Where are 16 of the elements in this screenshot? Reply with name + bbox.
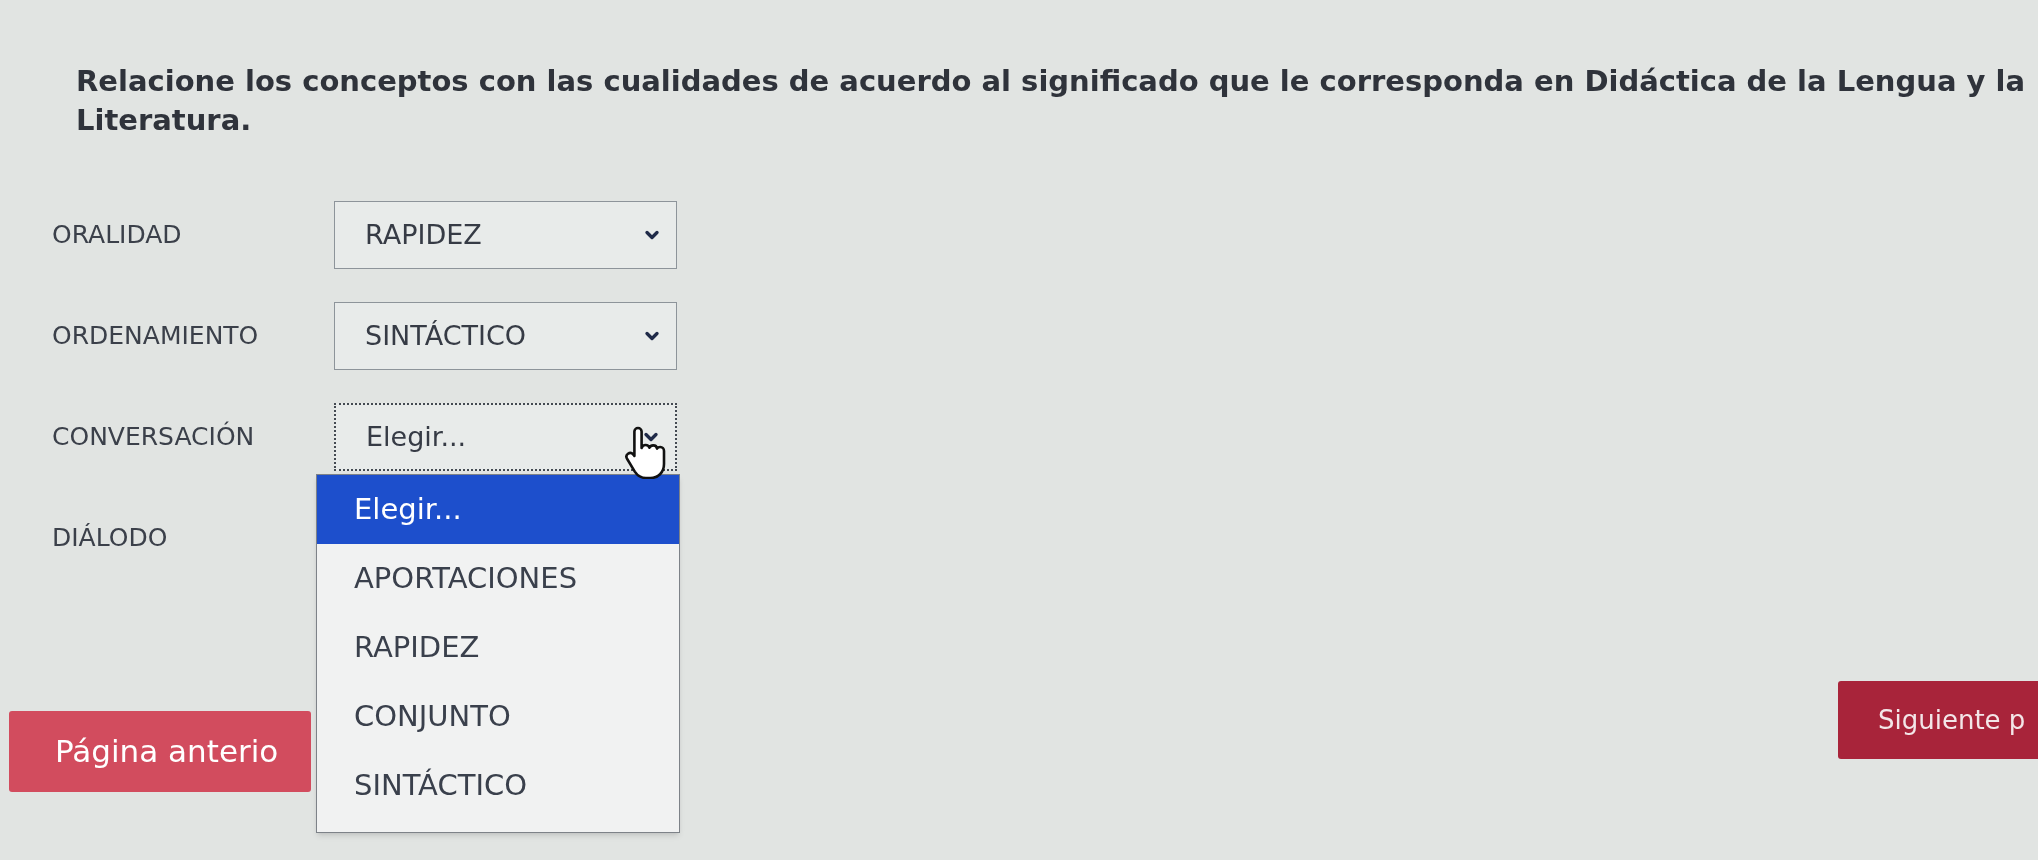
concept-label: CONVERSACIÓN [52, 420, 256, 454]
question-text: Relacione los conceptos con las cualidades de acuerdo al significado que le corresponda en Didáctica de la Lengua y la Literatura. [75, 63, 2027, 139]
dropdown-option[interactable]: RAPIDEZ [317, 613, 679, 682]
dropdown-option[interactable]: Elegir... [317, 475, 679, 544]
concept-label: DIÁLODO [52, 522, 169, 555]
dropdown-select[interactable]: Elegir... [334, 403, 677, 471]
next-page-button[interactable]: Siguiente p [1838, 681, 2038, 759]
hand-cursor-icon [624, 425, 668, 479]
previous-page-button[interactable]: Página anterio [9, 711, 311, 792]
dropdown-option[interactable]: CONJUNTO [317, 682, 679, 751]
concept-label: ORDENAMIENTO [52, 320, 260, 353]
dropdown-option[interactable]: APORTACIONES [317, 544, 679, 613]
dropdown-option[interactable]: SINTÁCTICO [317, 751, 679, 820]
concept-label: ORALIDAD [52, 219, 183, 252]
dropdown-select[interactable]: RAPIDEZ [334, 201, 677, 269]
dropdown-select[interactable]: SINTÁCTICO [334, 302, 677, 370]
